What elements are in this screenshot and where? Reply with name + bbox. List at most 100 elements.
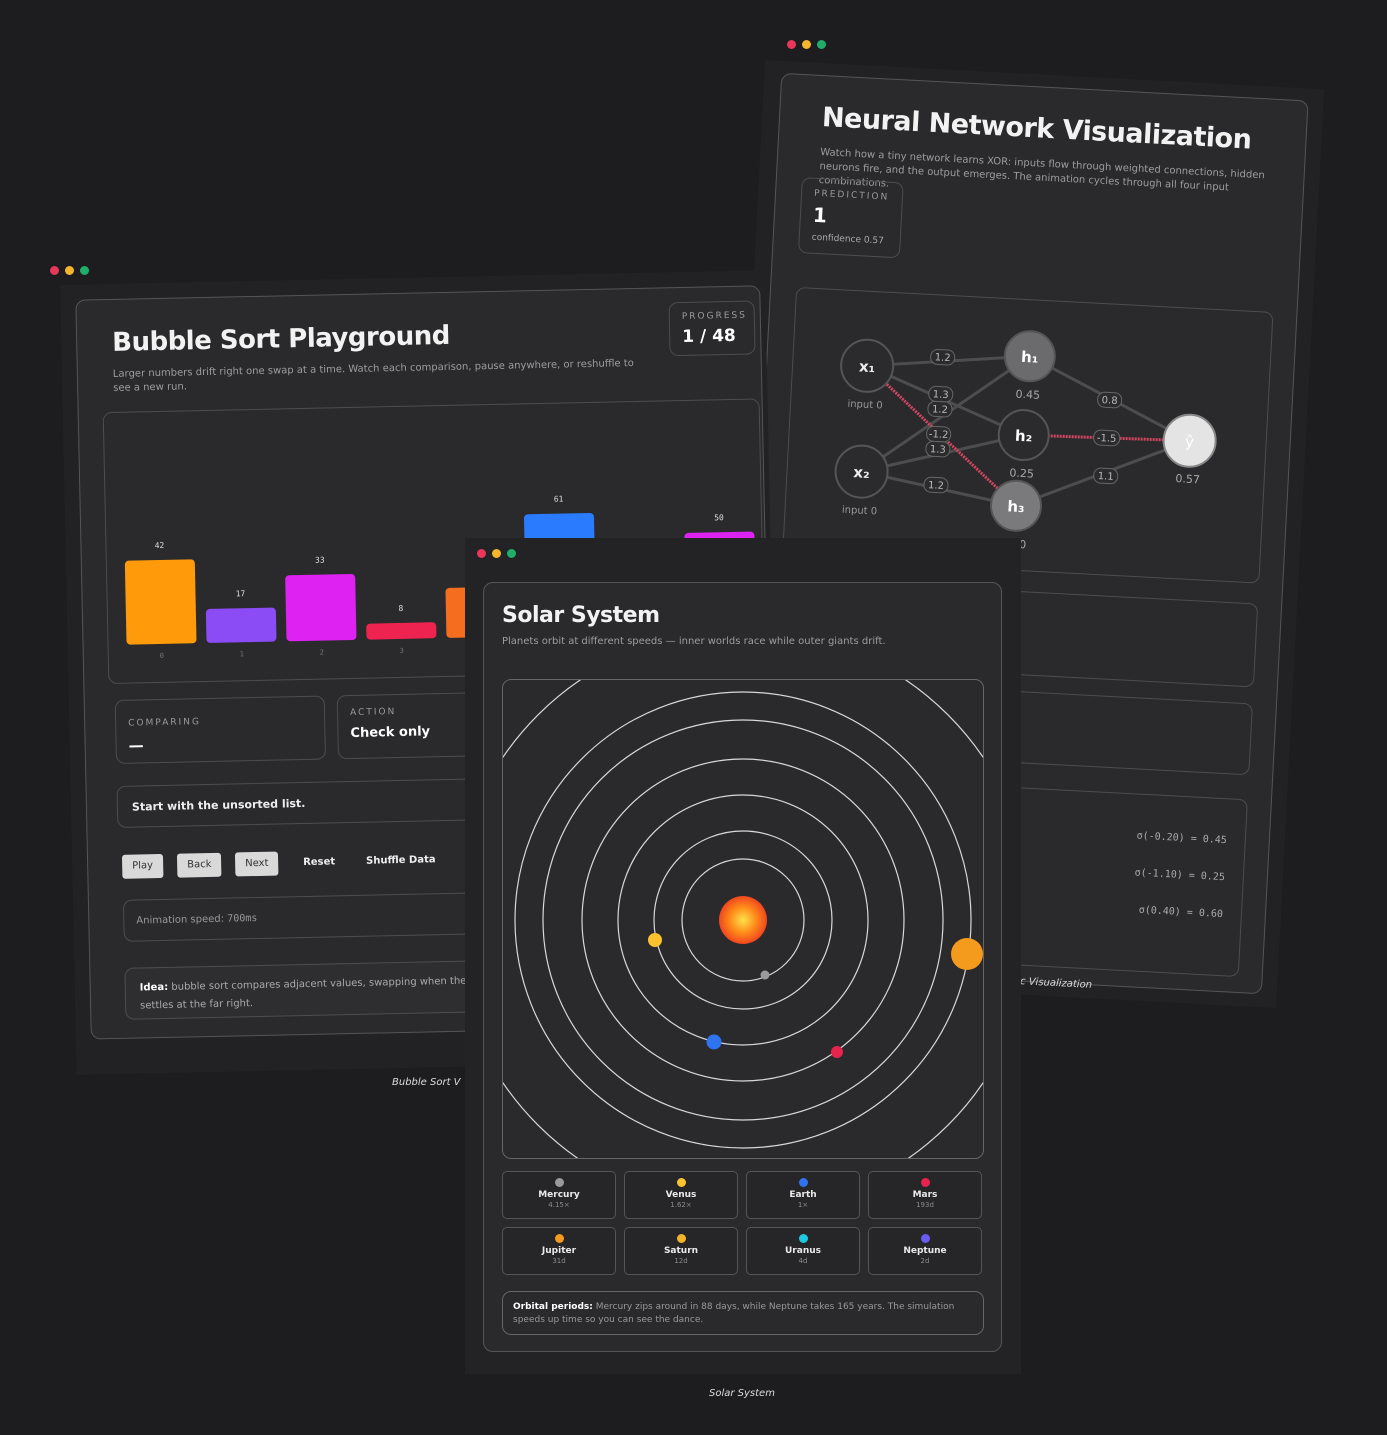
- planet-dot-icon: [676, 1178, 686, 1187]
- comparing-label: COMPARING: [128, 717, 202, 729]
- planet-speed: 1.62×: [670, 1201, 692, 1209]
- bar-0: [124, 559, 197, 645]
- solar-card: Solar System Planets orbit at different …: [483, 582, 1002, 1352]
- planet-dot-icon: [920, 1234, 930, 1243]
- solar-caption: Solar System: [709, 1388, 775, 1399]
- prediction-value: 1: [812, 202, 828, 228]
- bar-3: [366, 622, 437, 640]
- comparing-value: —: [128, 736, 144, 755]
- solar-system-window: Solar System Planets orbit at different …: [465, 538, 1021, 1374]
- status-text: Start with the unsorted list.: [131, 796, 306, 814]
- planet-card-neptune[interactable]: Neptune 2d: [868, 1227, 982, 1275]
- minimize-dot-icon[interactable]: [65, 266, 74, 275]
- node-x1-sub: input 0: [847, 399, 883, 412]
- planet-dot-icon: [554, 1234, 564, 1243]
- bar-value-label: 50: [714, 513, 724, 522]
- planet-name: Neptune: [903, 1246, 947, 1256]
- planet-venus-icon[interactable]: [648, 933, 662, 947]
- node-h2-label: h₂: [1015, 427, 1033, 446]
- solar-window-controls: [477, 549, 516, 558]
- node-x2: x₂ input 0: [834, 444, 889, 517]
- close-dot-icon[interactable]: [50, 266, 59, 275]
- node-x1-label: x₁: [859, 357, 876, 376]
- planet-card-saturn[interactable]: Saturn 12d: [624, 1227, 738, 1275]
- prediction-box: PREDICTION 1 confidence 0.57: [797, 177, 904, 259]
- planet-name: Mercury: [538, 1190, 580, 1200]
- activation-row: σ(-1.10) = 0.25: [1134, 867, 1226, 884]
- planet-card-uranus[interactable]: Uranus 4d: [746, 1227, 860, 1275]
- planet-mercury-icon[interactable]: [760, 970, 770, 980]
- confidence-text: confidence 0.57: [811, 232, 885, 247]
- orbital-note-label: Orbital periods:: [513, 1302, 593, 1312]
- node-output: ŷ 0.57: [1162, 413, 1217, 486]
- bar-value-label: 42: [155, 541, 165, 550]
- bar-value-label: 17: [236, 589, 246, 598]
- weight-label: -1.2: [929, 429, 949, 441]
- play-button[interactable]: Play: [121, 853, 164, 879]
- action-label: ACTION: [349, 707, 397, 719]
- minimize-dot-icon[interactable]: [802, 40, 811, 49]
- node-h3-label: h₃: [1007, 497, 1025, 516]
- orbit-canvas: [502, 679, 984, 1159]
- node-x2-label: x₂: [853, 463, 870, 482]
- planet-speed: 4.15×: [548, 1201, 570, 1209]
- bar-index-label: 0: [160, 652, 164, 660]
- bar-1: [205, 607, 277, 643]
- bar-2: [285, 573, 357, 642]
- sun-icon: [719, 896, 767, 944]
- planet-dot-icon: [554, 1178, 564, 1187]
- planet-dot-icon: [920, 1178, 930, 1187]
- bar-index-label: 3: [400, 647, 404, 655]
- bar-value-label: 61: [554, 495, 564, 504]
- planet-mars-icon[interactable]: [831, 1046, 843, 1058]
- close-dot-icon[interactable]: [477, 549, 486, 558]
- planet-card-jupiter[interactable]: Jupiter 31d: [502, 1227, 616, 1275]
- progress-value: 1 / 48: [682, 325, 736, 347]
- orbit-svg: [503, 680, 983, 1158]
- activation-row: σ(0.40) = 0.60: [1138, 904, 1224, 921]
- speed-label: Animation speed: 700ms: [136, 913, 257, 927]
- planet-speed: 4d: [798, 1257, 808, 1265]
- node-output-value: 0.57: [1175, 472, 1200, 486]
- bubble-window-controls: [50, 266, 89, 275]
- activation-row: σ(-0.20) = 0.45: [1136, 830, 1228, 847]
- shuffle-button[interactable]: Shuffle Data: [356, 848, 446, 874]
- planet-card-venus[interactable]: Venus 1.62×: [624, 1171, 738, 1219]
- planet-jupiter-icon[interactable]: [951, 938, 983, 970]
- next-button[interactable]: Next: [234, 851, 279, 877]
- planet-earth-icon[interactable]: [706, 1034, 722, 1050]
- node-output-label: ŷ: [1185, 433, 1195, 451]
- progress-box: PROGRESS 1 / 48: [668, 300, 756, 357]
- maximize-dot-icon[interactable]: [507, 549, 516, 558]
- idea-body-2: settles at the far right.: [140, 998, 254, 1012]
- planet-speed: 1×: [797, 1201, 809, 1209]
- planet-card-earth[interactable]: Earth 1×: [746, 1171, 860, 1219]
- reset-button[interactable]: Reset: [293, 850, 345, 875]
- planet-speed: 193d: [916, 1201, 934, 1209]
- maximize-dot-icon[interactable]: [817, 40, 826, 49]
- weight-label: 1.2: [928, 480, 944, 492]
- page-description: Larger numbers drift right one swap at a…: [112, 358, 634, 394]
- action-value: Check only: [350, 724, 431, 742]
- node-h2-value: 0.25: [1009, 466, 1034, 480]
- idea-body: bubble sort compares adjacent values, sw…: [171, 975, 496, 993]
- page-title: Solar System: [502, 603, 660, 628]
- node-h1: h₁ 0.45: [1003, 330, 1056, 402]
- close-dot-icon[interactable]: [787, 40, 796, 49]
- progress-label: PROGRESS: [681, 310, 748, 322]
- back-button[interactable]: Back: [176, 852, 222, 878]
- maximize-dot-icon[interactable]: [80, 266, 89, 275]
- page-title: Bubble Sort Playground: [111, 320, 451, 358]
- idea-label: Idea:: [139, 981, 169, 994]
- node-h2: h₂ 0.25: [997, 409, 1050, 481]
- planet-name: Mars: [912, 1190, 938, 1200]
- planet-name: Saturn: [663, 1246, 699, 1256]
- planet-speed: 31d: [552, 1257, 566, 1265]
- minimize-dot-icon[interactable]: [492, 549, 501, 558]
- planet-card-mars[interactable]: Mars 193d: [868, 1171, 982, 1219]
- node-h1-value: 0.45: [1015, 388, 1040, 402]
- planet-dot-icon: [676, 1234, 686, 1243]
- orbital-note-text: Orbital periods: Mercury zips around in …: [513, 1301, 973, 1327]
- planet-speed: 2d: [920, 1257, 930, 1265]
- planet-card-mercury[interactable]: Mercury 4.15×: [502, 1171, 616, 1219]
